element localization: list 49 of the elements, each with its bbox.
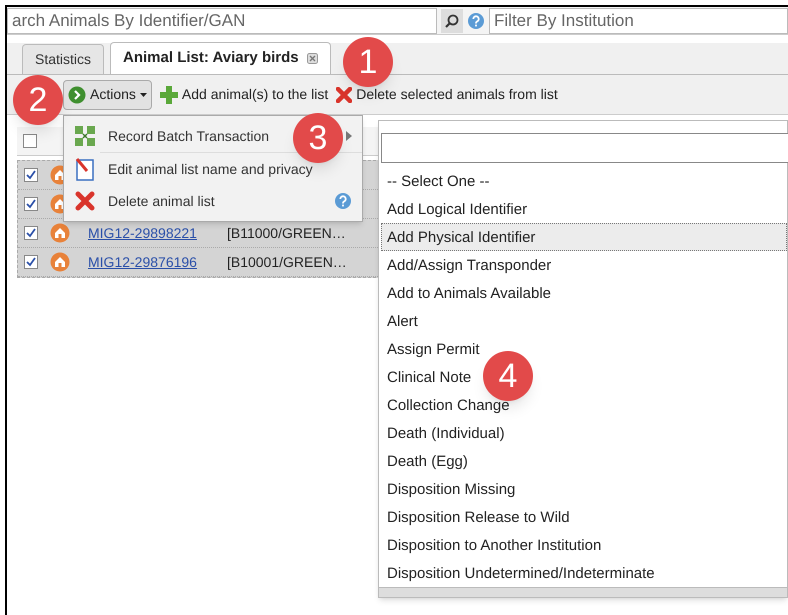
dropdown-option[interactable]: Add Physical Identifier [381, 223, 787, 251]
search-field[interactable]: arch Animals By Identifier/GAN [7, 8, 437, 34]
checkbox[interactable] [24, 255, 38, 269]
checkbox[interactable] [24, 197, 38, 211]
dropdown-option[interactable]: Clinical Note [381, 363, 478, 391]
search-button[interactable] [441, 8, 463, 32]
dropdown-option[interactable]: Death (Egg) [381, 447, 474, 475]
menu-item[interactable]: Record Batch Transaction [108, 126, 270, 146]
search-icon [445, 14, 459, 28]
dropdown-option[interactable]: Death (Individual) [381, 419, 511, 447]
document-pencil-icon [75, 157, 95, 181]
menu-item[interactable]: Delete animal list [108, 190, 215, 212]
add-animals-button[interactable]: Add animal(s) to the list [160, 84, 328, 105]
dropdown-option[interactable]: Disposition Release to Wild [381, 503, 576, 531]
dropdown-option[interactable]: Disposition Undetermined/Indeterminate [381, 559, 661, 587]
dropdown-option[interactable]: Add to Animals Available [381, 279, 557, 307]
animal-id-link[interactable]: MIG12-29876196 [88, 252, 197, 272]
dropdown-option[interactable]: Disposition Missing [381, 475, 522, 503]
arrows-grid-icon [74, 125, 96, 147]
tab-label: Animal List: Aviary birds [123, 48, 299, 68]
checkbox[interactable] [24, 226, 38, 240]
x-icon [336, 86, 352, 102]
tab[interactable]: Animal List: Aviary birds [110, 42, 331, 74]
tab-label: Statistics [35, 50, 92, 69]
animal-id-link[interactable]: MIG12-29898221 [88, 222, 197, 244]
identifier-cell-text: [B11000/GREEN… [226, 224, 346, 243]
filter-field[interactable]: Filter By Institution [489, 8, 788, 34]
close-icon[interactable] [306, 53, 318, 64]
dropdown-option[interactable]: Add Logical Identifier [381, 195, 534, 223]
help-icon[interactable] [467, 12, 485, 30]
dropdown-option[interactable]: -- Select One -- [381, 167, 496, 195]
x-icon [75, 191, 95, 211]
caret-icon [140, 92, 147, 96]
dropdown-option[interactable]: Add/Assign Transponder [381, 251, 558, 279]
delete-selected-button[interactable]: Delete selected animals from list [336, 84, 558, 105]
checkbox[interactable] [24, 168, 38, 182]
house-icon [50, 223, 70, 243]
chevron-circle-icon [68, 86, 86, 104]
dropdown-option[interactable]: Assign Permit [381, 335, 486, 363]
select-search-field[interactable] [381, 133, 788, 163]
identifier-cell-text: [B10001/GREEN… [226, 252, 347, 272]
checkbox[interactable] [23, 134, 37, 148]
help-icon[interactable] [334, 192, 352, 210]
dropdown-option[interactable]: Alert [381, 307, 424, 335]
house-icon [50, 252, 70, 272]
plus-icon [160, 86, 178, 104]
dropdown-option[interactable]: Disposition to Another Institution [381, 531, 608, 559]
actions-button[interactable]: Actions [63, 80, 152, 110]
tab[interactable]: Statistics [22, 44, 104, 74]
